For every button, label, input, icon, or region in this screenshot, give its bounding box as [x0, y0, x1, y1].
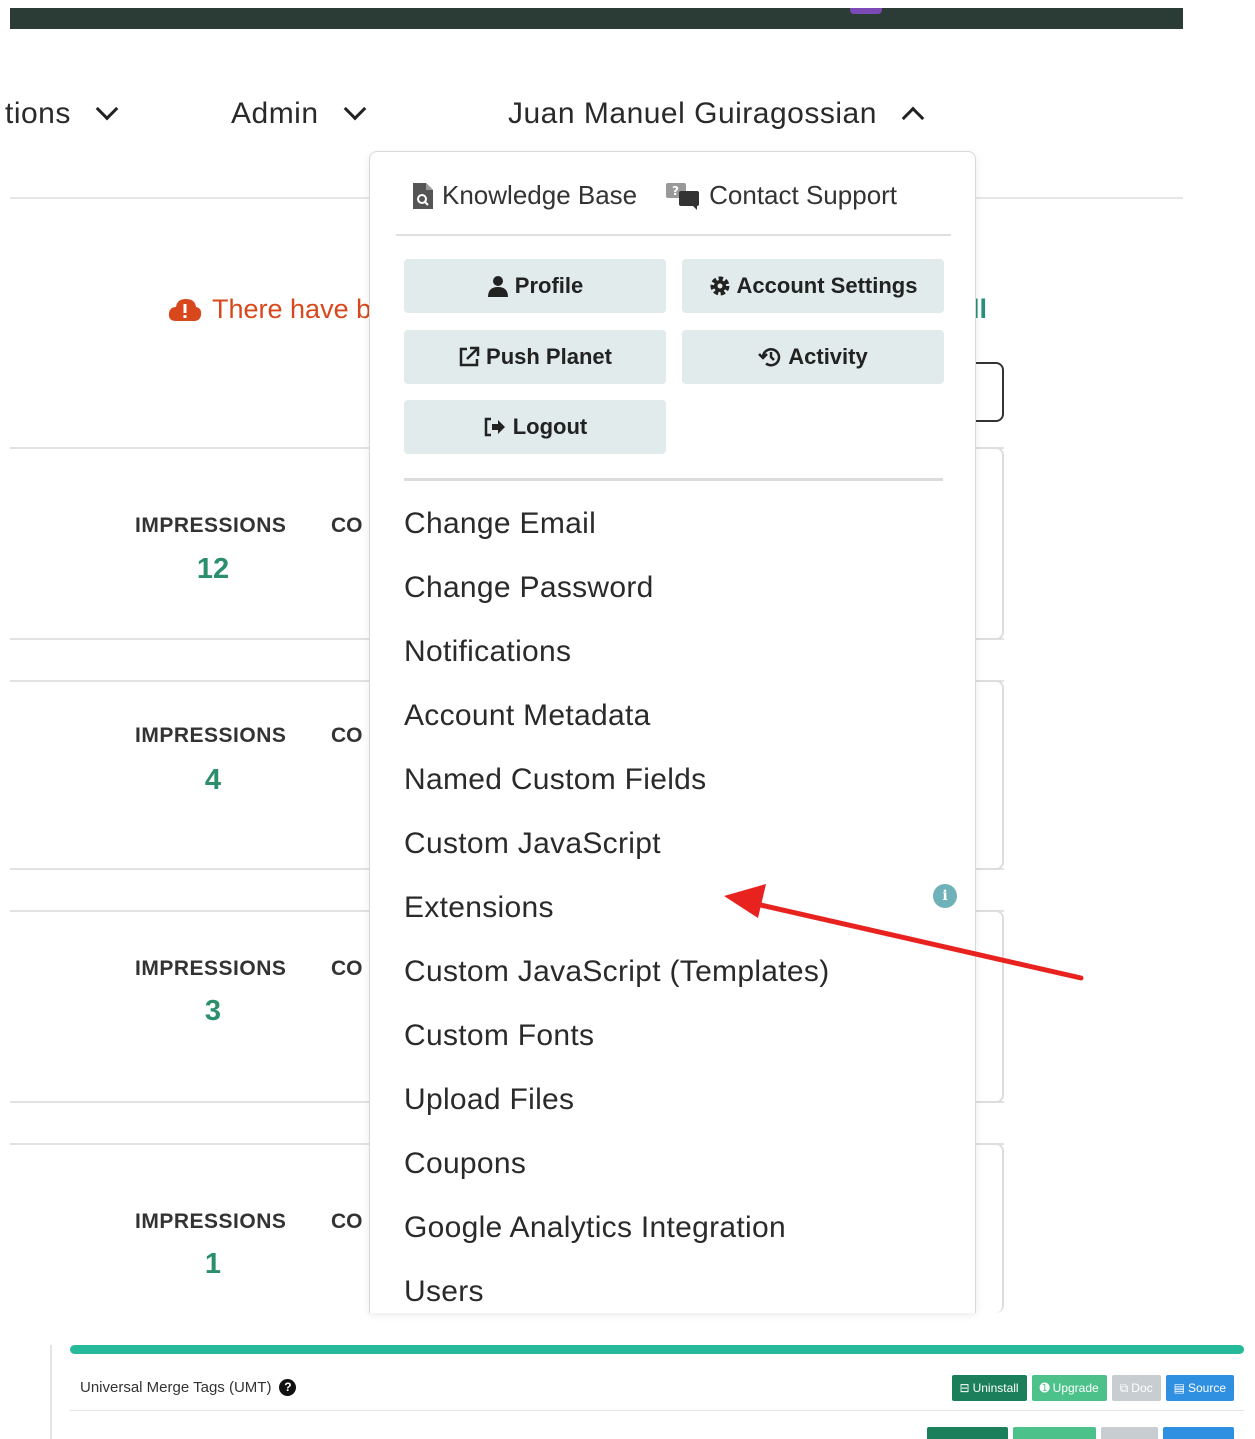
- upgrade-button-partial[interactable]: [1013, 1427, 1096, 1439]
- extension-row: Universal Merge Tags (UMT) ? ⊟ Uninstall…: [70, 1375, 1244, 1411]
- knowledge-base-label: Knowledge Base: [442, 180, 638, 210]
- upgrade-label: Upgrade: [1052, 1381, 1099, 1395]
- push-planet-button[interactable]: Push Planet: [404, 330, 666, 384]
- support-links: Knowledge Base ? Contact Support: [412, 180, 897, 211]
- menu-item-upload-files[interactable]: Upload Files: [404, 1074, 830, 1138]
- user-icon: [487, 276, 508, 297]
- error-alert: There have b: [168, 294, 371, 325]
- impressions-value: 4: [204, 764, 222, 796]
- impressions-value: 3: [204, 995, 222, 1027]
- external-link-icon: [459, 346, 480, 367]
- cloud-warning-icon: [168, 298, 202, 321]
- history-icon: [758, 348, 781, 367]
- menu-item-google-analytics[interactable]: Google Analytics Integration: [404, 1202, 830, 1266]
- contact-support-link[interactable]: ? Contact Support: [665, 180, 897, 211]
- extension-actions-partial: [927, 1427, 1234, 1439]
- uninstall-button-partial[interactable]: [927, 1427, 1008, 1439]
- extension-actions: ⊟ Uninstall ➊ Upgrade ⧉ Doc ▤ Source: [951, 1375, 1234, 1401]
- chevron-up-icon: [901, 106, 925, 130]
- settings-menu-list: Change Email Change Password Notificatio…: [404, 498, 830, 1313]
- chevron-down-icon: [343, 97, 366, 121]
- logout-button[interactable]: Logout: [404, 400, 666, 454]
- gear-icon: [710, 276, 730, 296]
- extension-name-label: Universal Merge Tags (UMT): [80, 1379, 272, 1396]
- doc-button-partial[interactable]: [1101, 1427, 1158, 1439]
- contact-support-label: Contact Support: [709, 180, 898, 210]
- extensions-panel: Universal Merge Tags (UMT) ? ⊟ Uninstall…: [50, 1345, 1255, 1439]
- extension-row-partial: [70, 1423, 1244, 1439]
- menu-item-named-custom-fields[interactable]: Named Custom Fields: [404, 754, 830, 818]
- impressions-value: 12: [196, 553, 230, 585]
- dropdown-divider: [396, 234, 951, 236]
- doc-label: Doc: [1131, 1381, 1153, 1395]
- chevron-down-icon: [95, 97, 119, 121]
- user-name-label: Juan Manuel Guiragossian: [508, 97, 877, 130]
- extensions-panel-header-bar: [70, 1345, 1244, 1354]
- second-metric-label: CO: [331, 1210, 363, 1233]
- activity-label: Activity: [788, 344, 868, 369]
- second-metric-label: CO: [331, 724, 363, 747]
- nav-item-admin[interactable]: Admin: [231, 92, 366, 136]
- menu-item-extensions[interactable]: Extensions: [404, 882, 830, 946]
- nav-item-options-label: tions: [5, 97, 71, 130]
- extension-name: Universal Merge Tags (UMT) ?: [80, 1379, 297, 1396]
- profile-button-label: Profile: [514, 273, 584, 298]
- activity-button[interactable]: Activity: [682, 330, 944, 384]
- profile-button[interactable]: Profile: [404, 259, 666, 313]
- impressions-label: IMPRESSIONS: [135, 724, 287, 747]
- document-search-icon: [413, 182, 433, 209]
- source-button-partial[interactable]: [1163, 1427, 1234, 1439]
- help-icon[interactable]: ?: [279, 1379, 297, 1396]
- menu-item-change-password[interactable]: Change Password: [404, 562, 830, 626]
- menu-item-notifications[interactable]: Notifications: [404, 626, 830, 690]
- source-button[interactable]: ▤ Source: [1165, 1375, 1234, 1401]
- chat-support-icon: ?: [666, 182, 700, 210]
- upgrade-icon: ➊: [1039, 1381, 1050, 1395]
- sign-out-icon: [484, 417, 505, 437]
- account-settings-label: Account Settings: [736, 273, 918, 298]
- file-icon: ▤: [1173, 1381, 1185, 1395]
- menu-item-custom-javascript[interactable]: Custom JavaScript: [404, 818, 830, 882]
- menu-item-change-email[interactable]: Change Email: [404, 498, 830, 562]
- knowledge-base-link[interactable]: Knowledge Base: [412, 180, 637, 211]
- dropdown-divider: [404, 478, 943, 481]
- error-alert-text: There have b: [212, 294, 372, 324]
- user-dropdown-menu: Knowledge Base ? Contact Support Profile…: [369, 151, 976, 1313]
- push-planet-label: Push Planet: [486, 344, 612, 369]
- nav-item-options[interactable]: tions: [5, 92, 119, 136]
- menu-item-custom-javascript-templates[interactable]: Custom JavaScript (Templates): [404, 946, 830, 1010]
- menu-item-account-metadata[interactable]: Account Metadata: [404, 690, 830, 754]
- impressions-label: IMPRESSIONS: [135, 514, 287, 537]
- uninstall-button[interactable]: ⊟ Uninstall: [951, 1375, 1027, 1401]
- minus-square-icon: ⊟: [959, 1381, 970, 1395]
- source-label: Source: [1187, 1381, 1226, 1395]
- second-metric-label: CO: [331, 957, 363, 980]
- impressions-value: 1: [204, 1248, 222, 1280]
- logout-label: Logout: [512, 414, 588, 439]
- menu-item-custom-fonts[interactable]: Custom Fonts: [404, 1010, 830, 1074]
- info-icon[interactable]: i: [933, 884, 957, 908]
- impressions-label: IMPRESSIONS: [135, 957, 287, 980]
- external-link-icon: ⧉: [1119, 1380, 1129, 1395]
- nav-item-user-menu[interactable]: Juan Manuel Guiragossian: [508, 92, 925, 136]
- nav-item-admin-label: Admin: [231, 97, 319, 130]
- menu-item-users[interactable]: Users: [404, 1266, 830, 1313]
- second-metric-label: CO: [331, 514, 363, 537]
- account-settings-button[interactable]: Account Settings: [682, 259, 944, 313]
- menu-item-coupons[interactable]: Coupons: [404, 1138, 830, 1202]
- top-app-bar: [10, 8, 1183, 29]
- svg-text:?: ?: [672, 184, 679, 198]
- impressions-label: IMPRESSIONS: [135, 1210, 287, 1233]
- doc-button[interactable]: ⧉ Doc: [1111, 1375, 1161, 1401]
- uninstall-label: Uninstall: [972, 1381, 1019, 1395]
- top-bar-badge: [850, 8, 882, 14]
- upgrade-button[interactable]: ➊ Upgrade: [1031, 1375, 1107, 1401]
